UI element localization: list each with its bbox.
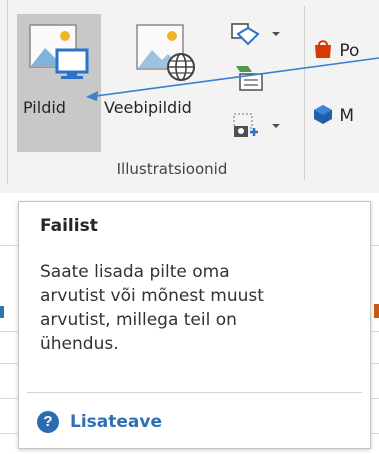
ribbon-left-separator <box>7 0 8 184</box>
tooltip-body-line: arvutist, millega teil on <box>40 310 237 330</box>
learn-more-link[interactable]: ? Lisateave <box>37 410 162 434</box>
picture-monitor-icon <box>29 24 89 79</box>
smartart-button[interactable] <box>228 60 288 94</box>
pictures-label: Pildid <box>23 98 66 117</box>
store-icon <box>315 40 331 58</box>
ribbon-group-separator <box>304 6 305 180</box>
screenshot-icon <box>233 113 280 137</box>
screenshot-button[interactable] <box>228 110 288 144</box>
help-icon: ? <box>37 411 59 433</box>
addins-icon <box>314 105 332 124</box>
tooltip-body-line: Saate lisada pilte oma <box>40 262 230 282</box>
picture-globe-icon <box>136 24 195 81</box>
addins-label: M <box>339 106 355 126</box>
pictures-button[interactable]: Pildid <box>17 14 101 152</box>
illustrations-group-label: Illustratsioonid <box>116 160 228 178</box>
tooltip-body-line: arvutist või mõnest muust <box>40 286 264 306</box>
pictures-tooltip: Failist Saate lisada pilte oma arvutist … <box>18 201 371 449</box>
tooltip-divider <box>27 392 362 393</box>
learn-more-label: Lisateave <box>70 412 162 432</box>
tooltip-body: Saate lisada pilte oma arvutist või mõne… <box>40 260 355 356</box>
stage: Pildid Veebipildid Illustratsioonid Po M… <box>0 0 379 454</box>
smartart-icon <box>236 66 263 91</box>
store-label: Po <box>339 41 360 61</box>
shapes-icon <box>231 23 280 46</box>
sheet-cell-marker <box>0 306 4 318</box>
addins-button[interactable]: M <box>312 103 354 126</box>
shapes-button[interactable] <box>228 18 288 52</box>
online-pictures-button[interactable]: Veebipildid <box>104 14 224 152</box>
ribbon-insert: Pildid Veebipildid Illustratsioonid Po M <box>0 0 379 194</box>
tooltip-title: Failist <box>40 216 98 236</box>
online-pictures-label: Veebipildid <box>104 98 192 117</box>
tooltip-body-line: ühendus. <box>40 334 119 354</box>
sheet-cell-marker <box>374 304 379 318</box>
store-button[interactable]: Po <box>312 38 359 61</box>
